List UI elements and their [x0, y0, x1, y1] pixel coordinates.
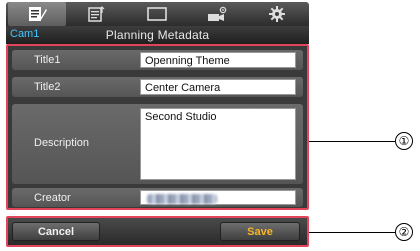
page-title: Planning Metadata	[105, 28, 210, 42]
tab-camera-settings[interactable]	[188, 2, 246, 26]
tab-metadata-edit[interactable]	[68, 2, 126, 26]
callout-2: ②	[395, 223, 413, 241]
tab-bar	[6, 2, 309, 26]
camera-settings-icon	[205, 6, 229, 22]
tab-display[interactable]	[128, 2, 186, 26]
display-icon	[146, 6, 168, 22]
metadata-list-icon	[27, 6, 47, 22]
callout-1: ①	[395, 132, 413, 150]
metadata-highlight	[6, 44, 309, 210]
control-bar-highlight	[6, 216, 309, 247]
tab-settings[interactable]	[248, 2, 306, 26]
callout-2-line	[309, 232, 395, 233]
gear-icon	[268, 5, 286, 23]
callout-1-line	[309, 141, 395, 142]
tab-metadata-list[interactable]	[8, 2, 66, 26]
header-bar: Cam1 Planning Metadata	[6, 26, 309, 44]
metadata-edit-icon	[87, 6, 107, 22]
